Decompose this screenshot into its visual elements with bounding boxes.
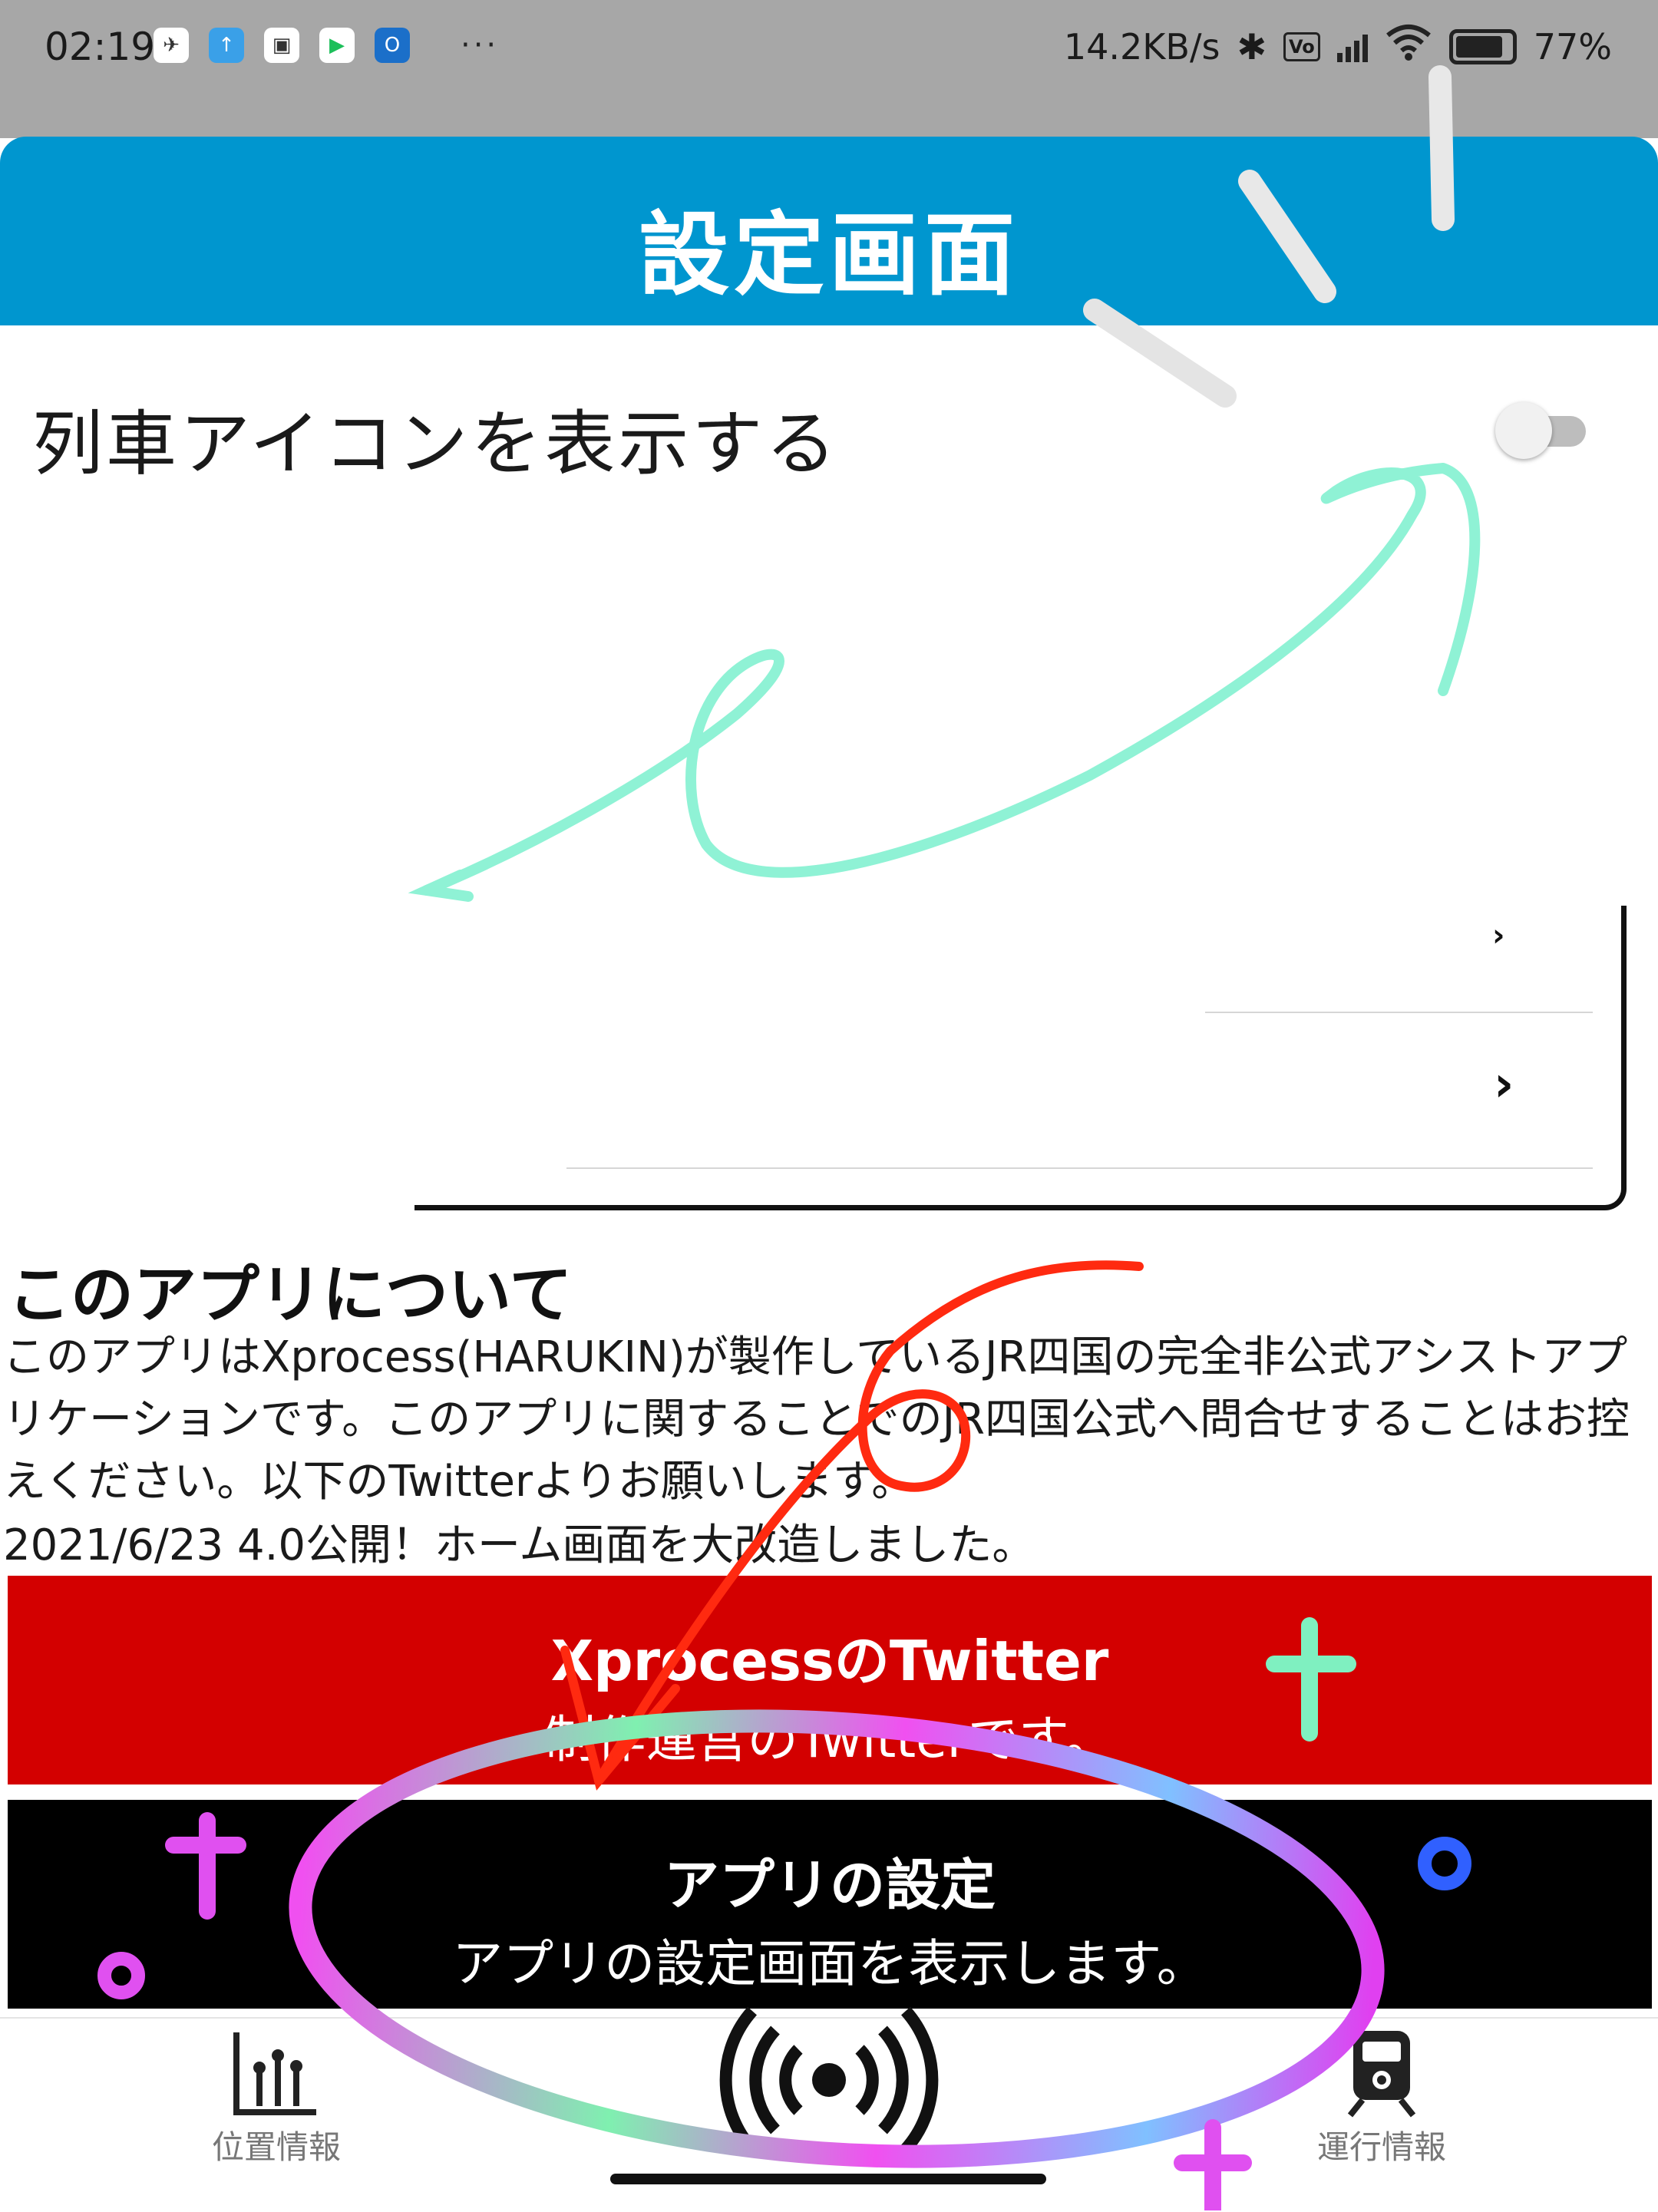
update-note: 2021/6/23 4.0公開！ホーム画面を大改造しました。 [3,1520,1035,1570]
list-divider [1205,1012,1593,1013]
battery-icon [1448,28,1517,64]
bar-chart-icon [123,2026,430,2118]
app-settings-button-subtitle: アプリの設定画面を表示します。 [452,1934,1207,1993]
about-title: このアプリについて [8,1259,573,1332]
train-icon [1228,2026,1535,2118]
status-right: 14.2KB/s ✱ Vo 77% [1064,23,1612,70]
about-description: このアプリはXprocess(HARUKIN)が製作しているJR四国の完全非公式… [3,1332,1630,1507]
setting-row-train-icon[interactable]: 列車アイコンを表示する [0,325,1658,540]
twitter-button-subtitle: 制作運営のTwitterです。 [544,1710,1115,1769]
wifi-icon [1385,23,1432,70]
list-divider [566,1167,1593,1169]
notification-app-icon: ▣ [264,28,299,63]
nav-item-service-info[interactable]: 運行情報 [1228,2019,1535,2212]
volte-icon: Vo [1283,31,1320,61]
home-indicator[interactable] [610,2174,1046,2184]
nav-label: 運行情報 [1316,2128,1446,2166]
chevron-right-icon[interactable]: › [1492,918,1504,953]
setting-label: 列車アイコンを表示する [32,403,840,485]
chevron-right-icon[interactable]: › [1494,1056,1514,1113]
train-icon-toggle[interactable] [1495,399,1594,461]
nav-item-location[interactable]: 位置情報 [123,2019,430,2212]
broadcast-icon [675,2003,983,2157]
nav-label: 位置情報 [211,2128,341,2166]
notification-icons: ✈ ↑ ▣ ▶ O ··· [154,28,499,63]
outlook-icon: O [375,28,410,63]
status-bar: 02:19 ✈ ↑ ▣ ▶ O ··· 14.2KB/s ✱ Vo 77% [0,0,1658,138]
upload-icon: ↑ [209,28,244,63]
app-settings-button[interactable]: アプリの設定 アプリの設定画面を表示します。 [8,1800,1652,2009]
play-store-icon: ▶ [319,28,355,63]
notification-app-icon: ✈ [154,28,189,63]
status-time: 02:19 [45,25,156,69]
signal-icon [1336,31,1368,62]
more-notifications-icon: ··· [461,28,500,63]
app-bar: 設定画面 [0,137,1658,325]
twitter-button[interactable]: XprocessのTwitter 制作運営のTwitterです。 [8,1576,1652,1784]
toggle-thumb [1495,402,1552,459]
battery-percent: 77% [1533,25,1612,68]
twitter-button-title: XprocessのTwitter [550,1629,1109,1693]
bluetooth-icon: ✱ [1237,25,1267,68]
settings-list-card [414,906,1627,1210]
network-speed: 14.2KB/s [1063,25,1220,68]
app-settings-button-title: アプリの設定 [663,1853,996,1917]
page-title: 設定画面 [638,202,1019,308]
